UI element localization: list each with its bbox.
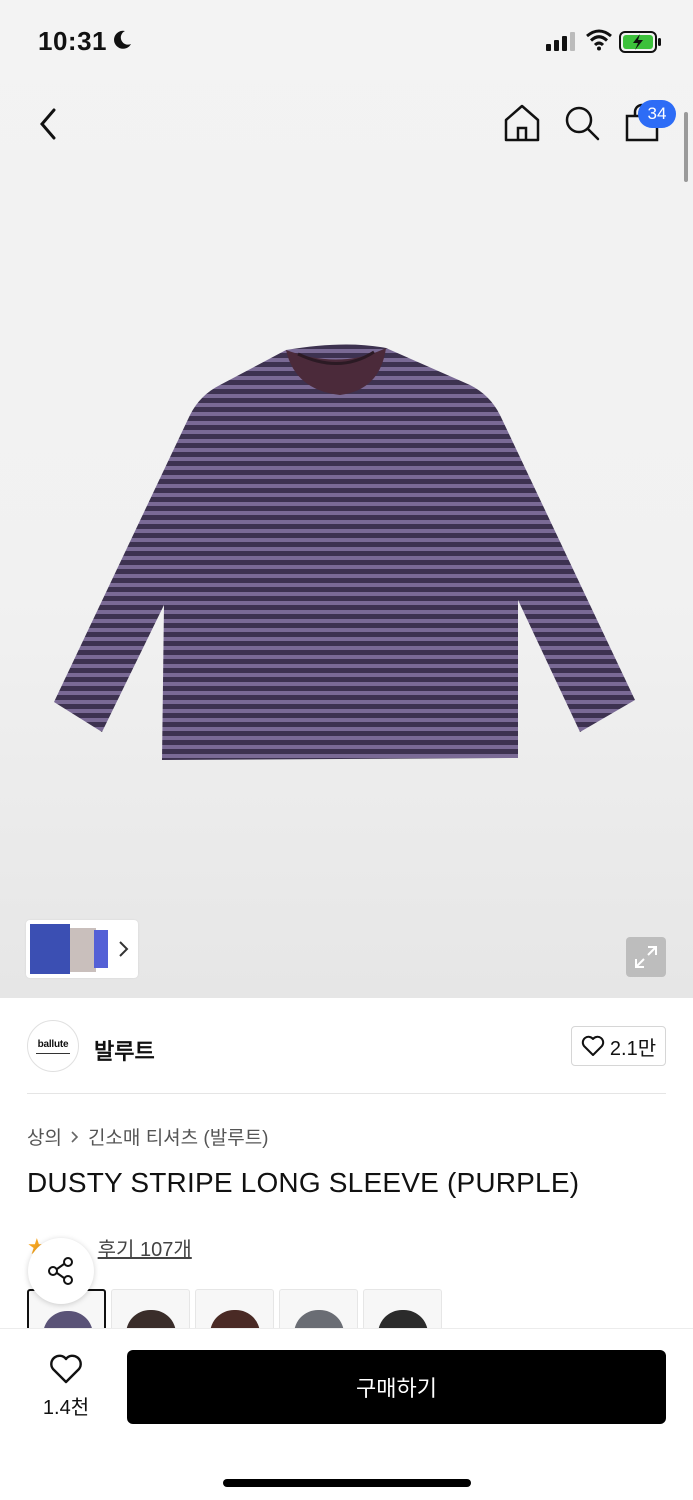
battery-charging-icon [619,31,661,53]
breadcrumb-category[interactable]: 상의 [27,1123,62,1150]
buy-button[interactable]: 구매하기 [127,1350,666,1424]
product-title: DUSTY STRIPE LONG SLEEVE (PURPLE) [27,1167,580,1198]
share-button[interactable] [28,1238,94,1304]
home-indicator[interactable] [223,1479,471,1487]
back-icon[interactable] [30,104,66,144]
breadcrumb: 상의 긴소매 티셔츠 (발루트) [27,1123,269,1150]
home-icon[interactable] [502,102,542,144]
cart-count-badge: 34 [638,100,676,128]
product-hero [0,0,693,998]
expand-image-button[interactable] [626,937,666,977]
share-icon [48,1257,73,1285]
thumbnail-image[interactable] [70,928,96,972]
moon-icon [114,30,131,49]
image-thumbnail-strip[interactable] [26,920,138,978]
scrollbar-thumb[interactable] [684,112,688,182]
expand-icon [635,946,657,968]
review-count-link[interactable]: 후기 107개 [98,1233,192,1262]
chevron-right-icon[interactable] [118,939,130,959]
search-icon[interactable] [562,102,602,144]
brand-name[interactable]: 발루트 [94,1034,155,1066]
status-time: 10:31 [38,26,107,56]
chevron-right-icon [71,1130,79,1143]
divider [27,1093,666,1094]
breadcrumb-subcategory[interactable]: 긴소매 티셔츠 (발루트) [88,1123,269,1150]
brand-like-button[interactable]: 2.1만 [571,1026,666,1066]
thumbnail-image[interactable] [30,924,70,974]
brand-like-count: 2.1만 [609,1037,657,1060]
status-bar: 10:31 [0,0,693,84]
wifi-icon [586,29,612,51]
brand-logo-underline [36,1052,70,1054]
heart-icon [581,1035,605,1056]
brand-logo-text: ballute [37,1038,69,1050]
brand-row: ballute 발루트 2.1만 [0,998,693,1094]
like-count: 1.4천 [42,1397,90,1419]
signal-icon [546,32,575,51]
bottom-action-bar: 1.4천 구매하기 [0,1328,693,1500]
thumbnail-image[interactable] [94,930,108,968]
heart-icon[interactable] [48,1353,84,1385]
brand-logo[interactable]: ballute [27,1020,79,1072]
product-image[interactable] [50,340,640,770]
